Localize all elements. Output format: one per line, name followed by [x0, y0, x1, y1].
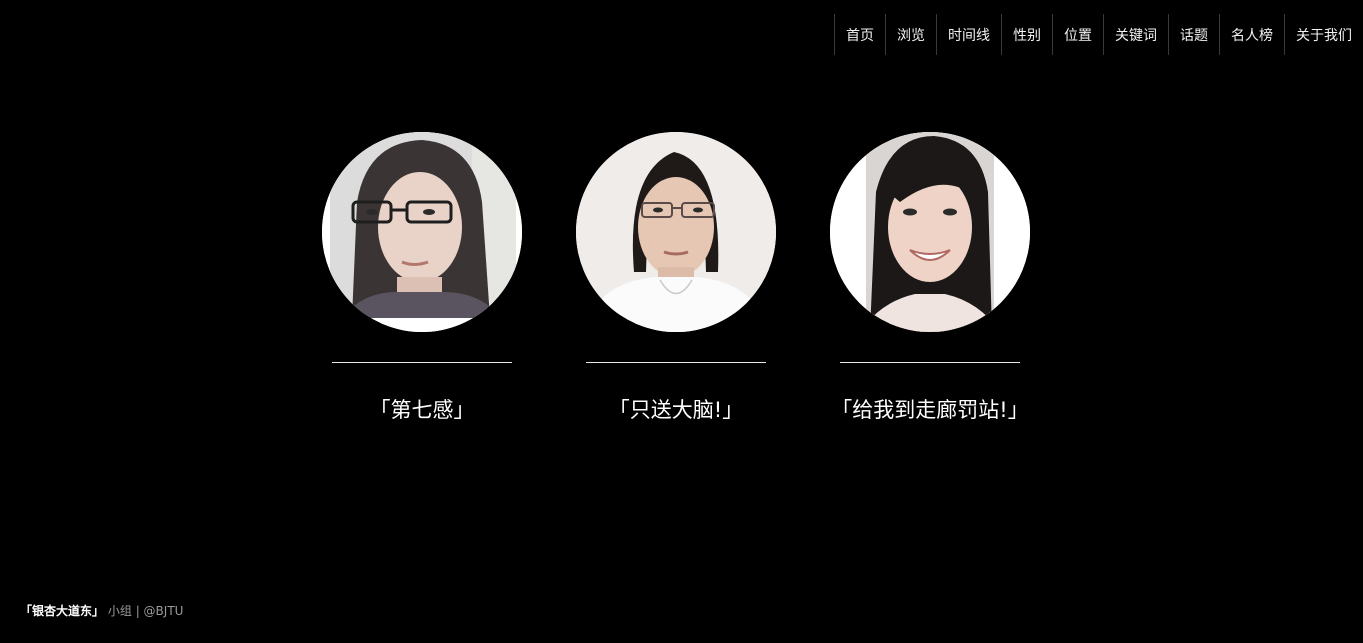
about-us-page: 首页 浏览 时间线 性别 位置 关键词 话题 名人榜 关于我们 「第七感」 「只…: [0, 0, 1363, 643]
nav-item-home[interactable]: 首页: [834, 14, 885, 55]
nav-item-celebrities[interactable]: 名人榜: [1219, 14, 1284, 55]
footer-group: 小组: [107, 604, 132, 618]
member-avatar: [830, 132, 1030, 332]
footer-separator: |: [135, 604, 144, 618]
top-nav: 首页 浏览 时间线 性别 位置 关键词 话题 名人榜 关于我们: [834, 14, 1363, 55]
member-avatar: [322, 132, 522, 332]
member-avatar: [576, 132, 776, 332]
member-caption: 「给我到走廊罚站!」: [831, 398, 1029, 422]
member-card: 「第七感」: [322, 132, 522, 432]
nav-item-location[interactable]: 位置: [1052, 14, 1103, 55]
nav-item-keywords[interactable]: 关键词: [1103, 14, 1168, 55]
nav-item-browse[interactable]: 浏览: [885, 14, 936, 55]
member-divider: [840, 362, 1020, 363]
member-caption: 「第七感」: [369, 398, 475, 422]
member-card: 「只送大脑!」: [576, 132, 776, 432]
footer-school: @BJTU: [143, 604, 184, 618]
member-divider: [332, 362, 512, 363]
nav-item-timeline[interactable]: 时间线: [936, 14, 1001, 55]
member-card: 「给我到走廊罚站!」: [830, 132, 1030, 432]
member-caption: 「只送大脑!」: [608, 398, 744, 422]
nav-item-gender[interactable]: 性别: [1001, 14, 1052, 55]
footer: 「银杏大道东」 小组 | @BJTU: [20, 602, 183, 619]
nav-item-about-us[interactable]: 关于我们: [1284, 14, 1363, 55]
footer-brand: 「银杏大道东」: [20, 604, 105, 618]
nav-item-topics[interactable]: 话题: [1168, 14, 1219, 55]
member-divider: [586, 362, 766, 363]
